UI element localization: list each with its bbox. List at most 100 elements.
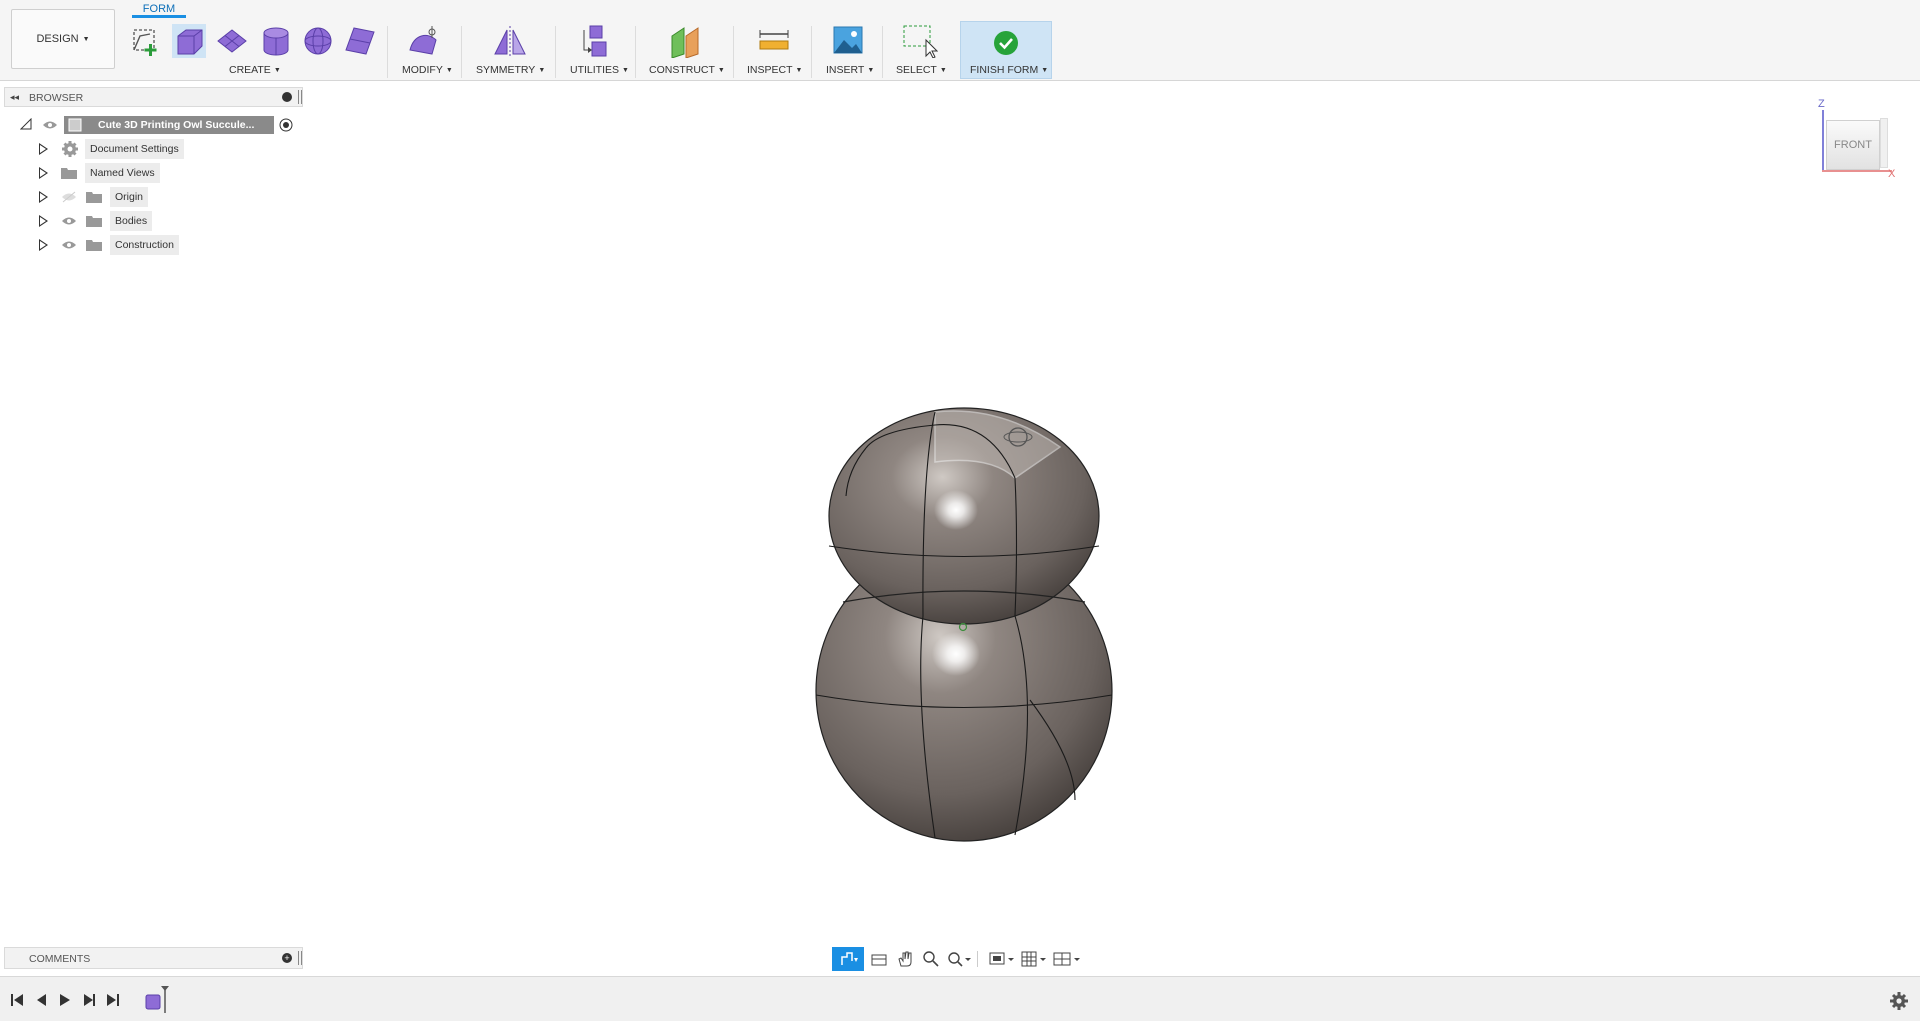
separator	[811, 26, 812, 78]
caret-down-icon: ▼	[795, 67, 803, 74]
caret-down-icon: ▼	[1041, 67, 1049, 74]
browser-root-row[interactable]: Cute 3D Printing Owl Succule...	[0, 115, 303, 135]
viewcube[interactable]: Z FRONT X	[1818, 98, 1908, 184]
symmetry-label: SYMMETRY	[476, 64, 536, 76]
edit-form-icon[interactable]	[406, 24, 442, 58]
look-at-icon[interactable]	[870, 951, 888, 967]
checkmark-icon	[994, 31, 1018, 55]
tab-form[interactable]: FORM	[132, 0, 186, 18]
browser-item-label: Bodies	[110, 211, 153, 231]
browser-item-label: Construction	[110, 235, 179, 255]
box-icon[interactable]	[172, 24, 206, 58]
form-feature-icon[interactable]	[144, 985, 174, 1015]
offset-plane-icon[interactable]	[668, 24, 702, 58]
utilities-menu[interactable]: UTILITIES ▼	[570, 64, 629, 76]
browser-item-bodies[interactable]: Bodies	[0, 211, 303, 231]
eye-icon[interactable]	[42, 119, 58, 131]
browser-item-document-settings[interactable]: Document Settings	[0, 139, 303, 159]
browser-item-label: Document Settings	[85, 139, 184, 159]
utilities-label: UTILITIES	[570, 64, 620, 76]
image-icon[interactable]	[832, 24, 864, 58]
finish-form-label-wrap: FINISH FORM ▼	[970, 64, 1048, 76]
step-forward-icon[interactable]	[82, 993, 96, 1007]
add-comment-icon[interactable]: +	[282, 953, 292, 963]
separator	[733, 26, 734, 78]
convert-icon[interactable]	[578, 24, 612, 58]
window-select-icon[interactable]	[902, 24, 938, 58]
go-to-end-icon[interactable]	[106, 993, 120, 1007]
expand-triangle-icon[interactable]	[39, 143, 48, 155]
inspect-label: INSPECT	[747, 64, 793, 76]
display-settings-icon[interactable]	[988, 950, 1016, 968]
browser-item-construction[interactable]: Construction	[0, 235, 303, 255]
workspace-label: DESIGN	[36, 33, 79, 45]
viewports-icon[interactable]	[1052, 950, 1082, 968]
inspect-menu[interactable]: INSPECT ▼	[747, 64, 802, 76]
navigation-bar	[832, 947, 1086, 971]
plane-icon[interactable]	[216, 24, 248, 58]
comments-panel: COMMENTS +	[4, 947, 303, 969]
browser-item-label: Origin	[110, 187, 149, 207]
quadball-icon[interactable]	[344, 24, 376, 58]
eye-icon[interactable]	[61, 215, 77, 227]
orbit-icon	[841, 952, 858, 965]
eye-hidden-icon[interactable]	[61, 191, 77, 203]
caret-down-icon: ▼	[82, 35, 90, 43]
pan-hand-icon[interactable]	[896, 950, 914, 968]
finish-form-label: FINISH FORM	[970, 64, 1039, 76]
cylinder-icon[interactable]	[260, 24, 292, 58]
gear-icon	[62, 141, 78, 157]
expand-triangle-icon[interactable]	[39, 215, 48, 227]
comments-title: COMMENTS	[29, 953, 91, 965]
root-label: Cute 3D Printing Owl Succule...	[98, 119, 255, 131]
z-axis-line	[1822, 110, 1824, 170]
minimize-icon[interactable]	[282, 92, 292, 102]
zoom-window-icon[interactable]	[946, 950, 972, 968]
viewcube-right-face[interactable]	[1880, 118, 1888, 168]
step-back-icon[interactable]	[34, 993, 48, 1007]
grid-settings-icon[interactable]	[1020, 950, 1048, 968]
zoom-icon[interactable]	[922, 950, 940, 968]
caret-down-icon: ▼	[445, 67, 453, 74]
collapse-triangle-icon[interactable]	[20, 118, 32, 130]
eye-icon[interactable]	[61, 239, 77, 251]
browser-item-named-views[interactable]: Named Views	[0, 163, 303, 183]
go-to-start-icon[interactable]	[10, 993, 24, 1007]
mirror-icon[interactable]	[493, 24, 527, 58]
workspace-dropdown[interactable]: DESIGN ▼	[11, 9, 115, 69]
browser-item-origin[interactable]: Origin	[0, 187, 303, 207]
play-icon[interactable]	[58, 993, 72, 1007]
viewcube-front-face[interactable]: FRONT	[1826, 120, 1880, 170]
create-menu[interactable]: CREATE ▼	[229, 64, 281, 76]
measure-icon[interactable]	[758, 24, 790, 58]
caret-down-icon: ▼	[538, 67, 546, 74]
folder-icon	[61, 168, 77, 179]
select-menu[interactable]: SELECT ▼	[896, 64, 947, 76]
activate-radio-icon[interactable]	[279, 118, 293, 132]
expand-triangle-icon[interactable]	[39, 167, 48, 179]
create-sketch-icon[interactable]	[130, 24, 162, 58]
sphere-icon[interactable]	[302, 24, 334, 58]
separator	[555, 26, 556, 78]
modify-menu[interactable]: MODIFY ▼	[402, 64, 453, 76]
insert-menu[interactable]: INSERT ▼	[826, 64, 874, 76]
pin-icon[interactable]	[298, 951, 302, 965]
folder-icon	[86, 216, 102, 227]
pin-icon[interactable]	[298, 90, 302, 104]
expand-triangle-icon[interactable]	[39, 239, 48, 251]
form-body-model[interactable]	[780, 380, 1140, 860]
symmetry-menu[interactable]: SYMMETRY ▼	[476, 64, 545, 76]
expand-triangle-icon[interactable]	[39, 191, 48, 203]
document-icon	[68, 118, 82, 132]
select-label: SELECT	[896, 64, 937, 76]
modify-label: MODIFY	[402, 64, 443, 76]
collapse-panel-icon[interactable]: ◂◂	[10, 92, 19, 103]
finish-form-button[interactable]: FINISH FORM ▼	[960, 21, 1052, 79]
separator	[977, 951, 978, 967]
construct-menu[interactable]: CONSTRUCT ▼	[649, 64, 725, 76]
timeline-settings-gear-icon[interactable]	[1890, 992, 1908, 1010]
caret-down-icon: ▼	[622, 67, 629, 74]
timeline	[0, 976, 1920, 1021]
caret-down-icon: ▼	[939, 67, 947, 74]
orbit-button[interactable]	[832, 947, 864, 971]
